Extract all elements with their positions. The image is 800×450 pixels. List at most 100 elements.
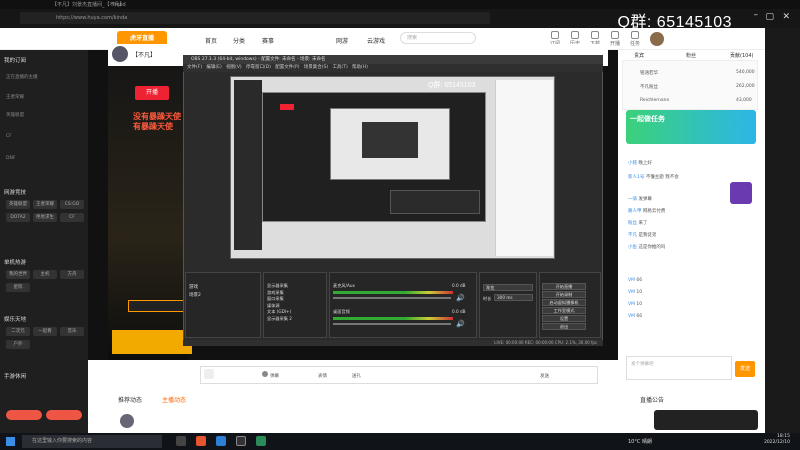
announcement-card[interactable] [654,410,758,430]
chat-tab-vip[interactable]: 贵宾 [634,52,644,59]
chat-user[interactable]: 新人1号 [628,175,644,180]
obs-menu-docks[interactable]: 停靠窗口(D) [246,65,271,70]
app-icon[interactable] [196,436,206,446]
obs-menu-file[interactable]: 文件(F) [187,65,202,70]
streamer-name: 【不凡】 [132,52,157,59]
sidebar-tag[interactable]: DOTA2 [6,213,30,222]
sidebar-promo-button[interactable] [46,410,82,420]
scene-item[interactable]: 游戏 [189,284,198,290]
sidebar-tag[interactable]: 我的世界 [6,270,30,279]
sidebar-section-entertainment[interactable]: 娱乐天地 [4,315,26,323]
chat-user[interactable]: 小铭 [628,161,637,166]
broadcast-icon[interactable]: 开播 [608,31,622,47]
virtual-camera-button[interactable]: 启动虚拟摄像机 [542,299,586,306]
obs-menu-edit[interactable]: 编辑(E) [206,65,221,70]
chat-user[interactable]: VM [628,302,635,307]
obs-menu-scene-collection[interactable]: 场景集合(S) [304,65,328,70]
avatar[interactable] [650,32,664,46]
chat-user[interactable]: VM [628,278,635,283]
gift-badge-icon[interactable] [730,182,752,204]
obs-taskbar-icon[interactable] [236,436,246,446]
chat-tab-contribution[interactable]: 贡献(104) [730,52,753,59]
windows-start-icon[interactable] [6,437,15,446]
chat-input[interactable]: 发个弹幕吧 [626,356,732,380]
tab-recommended[interactable]: 推荐动态 [118,395,142,404]
chat-user[interactable]: 粉丝 [628,221,637,226]
sidebar-tag[interactable]: 一起看 [33,327,57,336]
weather-widget[interactable]: 10°C 晴朗 [628,438,652,445]
scene-item[interactable]: 场景2 [189,292,201,298]
emoji-button[interactable]: 表情 [318,373,327,379]
chat-user[interactable]: 小鱼 [628,245,637,250]
sidebar-promo-button[interactable] [6,410,42,420]
sidebar-tag[interactable]: 英雄联盟 [6,200,30,209]
address-bar[interactable]: https://www.huya.com/kinda [20,12,490,24]
sidebar-tag[interactable]: CS:GO [60,200,84,209]
maximize-icon[interactable]: ▢ [765,12,774,22]
sidebar-section-mobile[interactable]: 手游休闲 [4,372,26,380]
settings-button[interactable]: 设置 [542,315,586,322]
task-banner[interactable]: 一起做任务 [626,110,756,144]
studio-mode-button[interactable]: 工作室模式 [542,307,586,314]
sidebar-section-online[interactable]: 网游竞技 [4,188,26,196]
start-streaming-button[interactable]: 开始直播 [542,283,586,290]
sidebar-tag[interactable]: 户外 [6,340,30,349]
chat-user[interactable]: VM [628,314,635,319]
source-item[interactable]: 显示器采集 2 [267,316,292,323]
chat-text: 66 [636,278,643,283]
minimize-icon[interactable]: – [754,10,759,20]
danmaku-toggle[interactable]: 弹幕 [270,373,279,379]
sidebar-tag[interactable]: CF [60,213,84,222]
rank-name[interactable]: 不凡粉丝 [640,84,658,90]
feed-avatar[interactable] [120,414,134,428]
sidebar-tag[interactable]: 绝地求生 [33,213,57,222]
rank-name[interactable]: Reichlernann [640,98,669,103]
source-item[interactable]: 文本 (GDI+) [267,309,292,316]
rank-name[interactable]: 铭涵若华 [640,70,658,76]
app-icon[interactable] [256,436,266,446]
chat-send-button[interactable]: 发送 [735,361,755,377]
obs-menu-profile[interactable]: 配置文件(P) [275,65,299,70]
speaker-icon[interactable]: 🔊 [456,294,465,302]
exit-button[interactable]: 退出 [542,323,586,330]
sidebar-tag[interactable]: 王者荣耀 [33,200,57,209]
volume-slider[interactable] [333,297,451,299]
task-label: 任务 [629,41,640,47]
sidebar-tag[interactable]: 主机 [33,270,57,279]
chat-user[interactable]: 不凡 [628,233,637,238]
obs-menu-view[interactable]: 视图(V) [226,65,242,70]
obs-menu-help[interactable]: 帮助(H) [352,65,368,70]
preview-watermark: Q群: 65145103 [428,82,476,89]
sidebar-tag[interactable]: 二次元 [6,327,30,336]
sidebar-tag[interactable]: 音乐 [60,327,84,336]
duration-input[interactable]: 300 ms [494,294,533,301]
gift-icon[interactable] [204,369,214,379]
tab-streamer-feed[interactable]: 主播动态 [162,395,186,404]
chat-user[interactable]: 路人甲 [628,209,642,214]
volume-slider[interactable] [333,323,451,325]
chat-user[interactable]: 一骑 [628,197,637,202]
streamer-avatar[interactable] [112,46,128,62]
start-recording-button[interactable]: 开始录制 [542,291,586,298]
chat-tab-fans[interactable]: 粉丝 [686,52,696,59]
browser-tab-2[interactable]: Trend [100,1,140,9]
chat-user[interactable]: VM [628,290,635,295]
task-view-icon[interactable] [176,436,186,446]
live-button[interactable]: 开播 [135,86,169,100]
obs-menu-tools[interactable]: 工具(T) [332,65,347,70]
sidebar-section-single[interactable]: 单机热游 [4,258,26,266]
sidebar-section-subscribe[interactable]: 我的订阅 [4,56,26,64]
gift-button[interactable]: 送礼 [352,373,361,379]
edge-icon[interactable] [216,436,226,446]
sidebar-tag[interactable]: 方舟 [60,270,84,279]
speaker-icon[interactable]: 🔊 [456,320,465,328]
taskbar-search-input[interactable]: 在这里输入你要搜索的内容 [22,435,162,448]
task-icon[interactable]: 任务 [628,31,642,47]
transition-select[interactable]: 渐变 [483,284,533,291]
sidebar-tag[interactable]: 星际 [6,283,30,292]
send-danmaku-button[interactable]: 发送 [540,373,549,379]
gift-banner[interactable] [112,330,192,354]
search-input[interactable]: 搜索 [400,32,476,44]
close-icon[interactable]: ✕ [782,12,790,22]
taskbar-clock[interactable]: 18:15 2022/12/10 [764,434,790,446]
